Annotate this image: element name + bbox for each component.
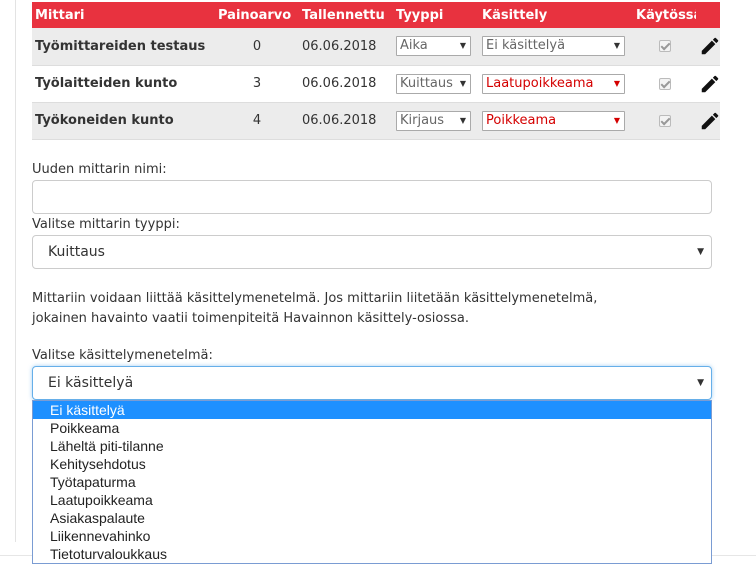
row-type-select[interactable]: Aika ▼	[396, 36, 471, 57]
chevron-down-icon: ▼	[697, 378, 704, 388]
meter-in-use-cell	[633, 102, 696, 140]
row-handling-value: Ei käsittelyä	[486, 38, 566, 54]
dropdown-option[interactable]: Ei käsittelyä	[33, 401, 711, 419]
meter-type-select[interactable]: Kuittaus ▼	[32, 235, 712, 269]
row-type-select[interactable]: Kirjaus ▼	[396, 110, 471, 131]
meter-type-cell: Kuittaus ▼	[393, 65, 479, 103]
meter-saved-cell: 06.06.2018	[299, 65, 393, 103]
meters-table: Mittari Painoarvo Tallennettu Tyyppi Käs…	[32, 2, 720, 140]
row-type-select[interactable]: Kuittaus ▼	[396, 73, 471, 94]
meter-type-cell: Kirjaus ▼	[393, 102, 479, 140]
chevron-down-icon: ▼	[459, 78, 466, 88]
row-type-value: Aika	[400, 38, 428, 54]
meter-in-use-cell	[633, 28, 696, 66]
table-row: Työkoneiden kunto 4 06.06.2018 Kirjaus ▼ Poik…	[32, 102, 721, 140]
chevron-down-icon: ▼	[613, 41, 620, 51]
chevron-down-icon: ▼	[459, 115, 466, 125]
handling-info-text: Mittariin voidaan liittää käsittelymenet…	[32, 289, 722, 329]
pencil-icon[interactable]	[699, 35, 721, 57]
meter-name-cell: Työmittareiden testaus	[32, 28, 215, 66]
dropdown-option[interactable]: Kehitysehdotus	[33, 455, 711, 473]
dropdown-option[interactable]: Tietoturvaloukkaus	[33, 545, 711, 563]
checkbox-checked-icon[interactable]	[658, 40, 671, 53]
meter-type-value: Kuittaus	[48, 244, 105, 260]
dropdown-option[interactable]: Poikkeama	[33, 419, 711, 437]
row-handling-select[interactable]: Laatupoikkeama ▼	[482, 73, 625, 94]
meter-saved-cell: 06.06.2018	[299, 28, 393, 66]
meter-handling-cell: Poikkeama ▼	[479, 102, 633, 140]
chevron-down-icon: ▼	[459, 41, 466, 51]
chevron-down-icon: ▼	[613, 115, 620, 125]
dropdown-option[interactable]: Työtapaturma	[33, 473, 711, 491]
info-line-2: jokainen havainto vaatii toimenpiteitä H…	[32, 311, 469, 326]
meter-type-label: Valitse mittarin tyyppi:	[32, 217, 180, 232]
row-handling-value: Poikkeama	[486, 112, 557, 128]
meter-edit-cell	[696, 65, 721, 103]
meter-edit-cell	[696, 102, 721, 140]
dropdown-option[interactable]: Asiakaspalaute	[33, 509, 711, 527]
meter-handling-cell: Ei käsittelyä ▼	[479, 28, 633, 66]
meter-saved-cell: 06.06.2018	[299, 102, 393, 140]
meter-in-use-cell	[633, 65, 696, 103]
col-header-edit	[696, 2, 720, 28]
handling-method-value: Ei käsittelyä	[48, 375, 134, 391]
meter-name-input[interactable]	[32, 180, 712, 214]
info-line-1: Mittariin voidaan liittää käsittelymenet…	[32, 291, 598, 306]
handling-method-select[interactable]: Ei käsittelyä ▼	[32, 366, 712, 400]
table-row: Työlaitteiden kunto 3 06.06.2018 Kuittaus ▼ L…	[32, 65, 721, 103]
col-header-handling[interactable]: Käsittely	[479, 2, 633, 28]
chevron-down-icon: ▼	[697, 247, 704, 257]
meter-name-cell: Työkoneiden kunto	[32, 102, 215, 140]
col-header-type[interactable]: Tyyppi	[393, 2, 479, 28]
pencil-icon[interactable]	[699, 73, 721, 95]
meter-weight-cell: 0	[215, 28, 299, 66]
checkbox-checked-icon[interactable]	[658, 114, 671, 127]
meter-weight-cell: 3	[215, 65, 299, 103]
col-header-saved[interactable]: Tallennettu	[299, 2, 393, 28]
meter-handling-cell: Laatupoikkeama ▼	[479, 65, 633, 103]
table-header-row: Mittari Painoarvo Tallennettu Tyyppi Käs…	[32, 2, 720, 28]
row-handling-value: Laatupoikkeama	[486, 75, 594, 91]
col-header-name[interactable]: Mittari	[32, 2, 215, 28]
dropdown-option[interactable]: Läheltä piti-tilanne	[33, 437, 711, 455]
col-header-in-use[interactable]: Käytössä	[633, 2, 696, 28]
meter-name-cell: Työlaitteiden kunto	[32, 65, 215, 103]
handling-method-label: Valitse käsittelymenetelmä:	[32, 348, 213, 363]
checkbox-checked-icon[interactable]	[658, 77, 671, 90]
meter-edit-cell	[696, 28, 721, 66]
meter-weight-cell: 4	[215, 102, 299, 140]
row-handling-select[interactable]: Poikkeama ▼	[482, 110, 625, 131]
meter-name-label: Uuden mittarin nimi:	[32, 162, 167, 177]
col-header-weight[interactable]: Painoarvo	[215, 2, 299, 28]
row-handling-select[interactable]: Ei käsittelyä ▼	[482, 36, 625, 57]
dropdown-option[interactable]: Laatupoikkeama	[33, 491, 711, 509]
table-row: Työmittareiden testaus 0 06.06.2018 Aika ▼ Ei…	[32, 28, 721, 66]
dropdown-option[interactable]: Liikennevahinko	[33, 527, 711, 545]
pencil-icon[interactable]	[699, 110, 721, 132]
row-type-value: Kuittaus	[400, 75, 453, 91]
chevron-down-icon: ▼	[613, 78, 620, 88]
row-type-value: Kirjaus	[400, 112, 445, 128]
handling-method-dropdown[interactable]: Ei käsittelyä Poikkeama Läheltä piti-tilan…	[32, 400, 712, 564]
meter-type-cell: Aika ▼	[393, 28, 479, 66]
